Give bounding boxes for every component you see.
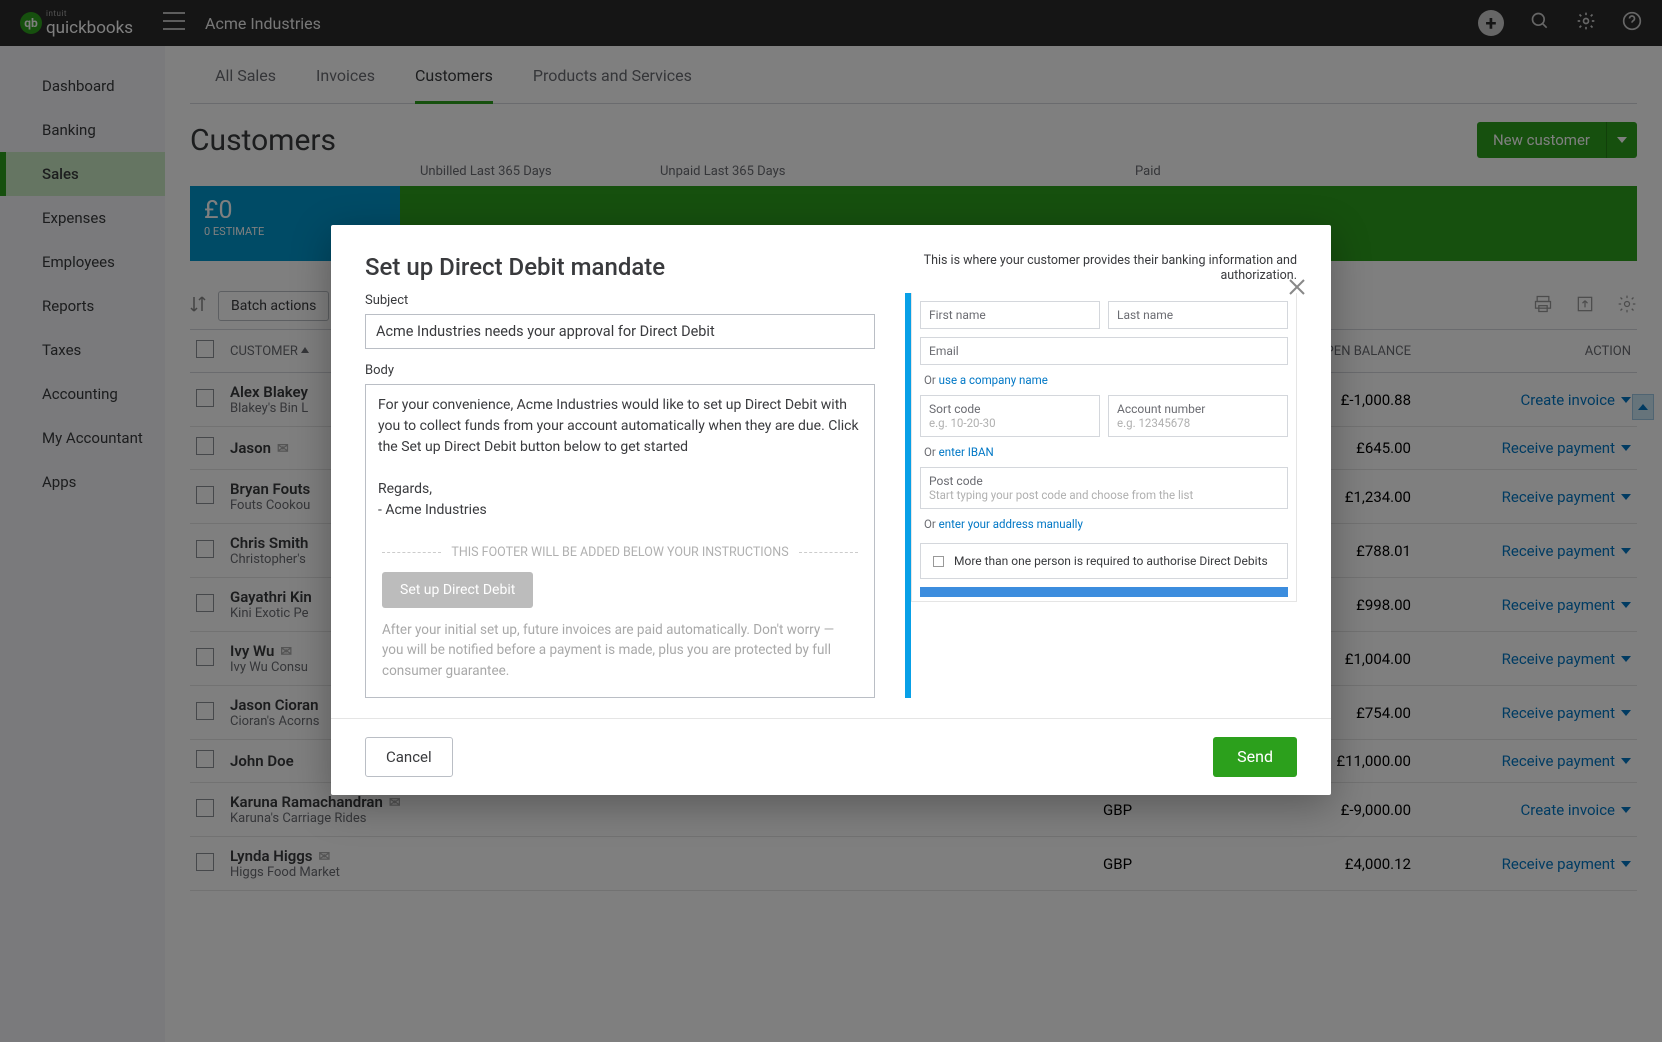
preview-account-number: Account number e.g. 12345678 — [1108, 395, 1288, 437]
body-text[interactable]: For your convenience, Acme Industries wo… — [366, 385, 874, 531]
preview-sort-code: Sort code e.g. 10-20-30 — [920, 395, 1100, 437]
body-editor[interactable]: For your convenience, Acme Industries wo… — [365, 384, 875, 698]
preview-submit-bar — [920, 587, 1288, 597]
modal-note: This is where your customer provides the… — [887, 253, 1297, 283]
send-button[interactable]: Send — [1213, 737, 1297, 777]
cancel-button[interactable]: Cancel — [365, 737, 453, 777]
preview-company-link: Or use a company name — [916, 369, 1292, 391]
subject-label: Subject — [365, 293, 875, 308]
close-icon[interactable] — [1287, 277, 1307, 301]
preview-first-name: First name — [920, 301, 1100, 329]
setup-direct-debit-button-preview: Set up Direct Debit — [382, 572, 533, 608]
preview-address-link: Or enter your address manually — [916, 513, 1292, 535]
modal-footer: Cancel Send — [331, 718, 1331, 795]
preview-email: Email — [920, 337, 1288, 365]
preview-iban-link: Or enter IBAN — [916, 441, 1292, 463]
body-label: Body — [365, 363, 875, 378]
preview-auth-checkbox: More than one person is required to auth… — [920, 543, 1288, 579]
modal-title: Set up Direct Debit mandate — [365, 253, 665, 281]
direct-debit-modal: Set up Direct Debit mandate This is wher… — [331, 225, 1331, 795]
subject-input[interactable] — [365, 314, 875, 349]
preview-post-code: Post code Start typing your post code an… — [920, 467, 1288, 509]
footer-divider: THIS FOOTER WILL BE ADDED BELOW YOUR INS… — [382, 545, 858, 560]
modal-preview: First name Last name Email Or use a comp… — [905, 293, 1297, 698]
preview-last-name: Last name — [1108, 301, 1288, 329]
footer-message: After your initial set up, future invoic… — [382, 620, 858, 681]
